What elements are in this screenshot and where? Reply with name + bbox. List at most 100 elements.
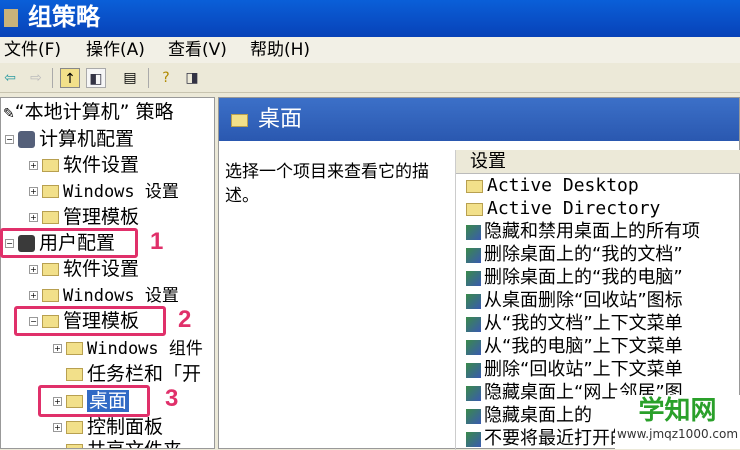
item-label: Active Desktop (487, 175, 639, 196)
tree-control-panel[interactable]: + 控制面板 (53, 415, 163, 439)
folder-icon (66, 444, 83, 448)
folder-icon (66, 421, 83, 434)
annotation-box-2 (14, 306, 166, 336)
list-item[interactable]: 从“我的文档”上下文菜单 (456, 312, 740, 335)
folder-icon (42, 159, 59, 172)
tree-uc-windows[interactable]: + Windows 设置 (29, 283, 179, 307)
expand-icon[interactable]: + (53, 423, 62, 432)
expand-icon[interactable]: + (29, 187, 38, 196)
tree-label: 控制面板 (87, 416, 164, 438)
annotation-number: 3 (165, 385, 179, 412)
watermark-title: 学知网 (638, 396, 717, 426)
folder-icon (231, 113, 248, 127)
forward-icon[interactable]: ⇨ (26, 68, 46, 88)
watermark: 学知网 www.jmqz1000.com (615, 395, 740, 449)
details-title: 桌面 (258, 107, 303, 132)
tree-computer-config[interactable]: − 计算机配置 (5, 127, 134, 151)
tree-label: 软件设置 (63, 154, 140, 176)
tree-label: 任务栏和「开 (87, 363, 202, 385)
back-icon[interactable]: ⇦ (0, 68, 20, 88)
menu-help[interactable]: 帮助(H) (250, 37, 310, 63)
tree-root[interactable]: ✎“本地计算机” 策略 (3, 100, 173, 124)
tree-label: Windows 设置 (63, 286, 179, 306)
up-folder-icon[interactable]: ↑ (60, 68, 80, 88)
item-label: Active Directory (487, 198, 661, 219)
tree-windows-components[interactable]: + Windows 组件 (53, 336, 203, 360)
menu-file[interactable]: 文件(F) (4, 37, 61, 63)
policy-setting-icon (466, 224, 481, 240)
tree-label: 管理模板 (63, 206, 140, 228)
app-icon (4, 9, 18, 27)
annotation-box-1 (0, 228, 138, 258)
folder-icon (42, 289, 59, 302)
list-item[interactable]: Active Directory (456, 197, 740, 220)
tree-label: 软件设置 (63, 258, 140, 280)
folder-icon (42, 211, 59, 224)
expand-icon[interactable]: + (53, 344, 62, 353)
policy-setting-icon (466, 247, 481, 263)
policy-setting-icon (466, 339, 481, 355)
item-label: 删除桌面上的“我的文档” (484, 244, 683, 265)
folder-icon (466, 202, 483, 216)
folder-icon (42, 185, 59, 198)
show-hide-tree-icon[interactable]: ◧ (86, 68, 106, 88)
item-label: 从“我的文档”上下文菜单 (484, 313, 683, 334)
menu-bar: 文件(F) 操作(A) 查看(V) 帮助(H) (0, 37, 740, 63)
tree-label: Windows 组件 (87, 339, 203, 359)
toolbar-separator (52, 68, 53, 88)
window-title: 组策略 (28, 3, 100, 31)
policy-setting-icon (466, 385, 481, 401)
folder-icon (466, 179, 483, 193)
list-item[interactable]: 隐藏和禁用桌面上的所有项 (456, 220, 740, 243)
tree-label: “本地计算机” 策略 (14, 101, 174, 123)
list-item[interactable]: 从“我的电脑”上下文菜单 (456, 335, 740, 358)
description-text: 选择一个项目来查看它的描述。 (225, 162, 429, 206)
tree-cc-admin[interactable]: + 管理模板 (29, 205, 139, 229)
watermark-url: www.jmqz1000.com (616, 427, 739, 441)
show-hide-action-pane-icon[interactable]: ◨ (182, 68, 202, 88)
policy-setting-icon (466, 431, 481, 447)
menu-action[interactable]: 操作(A) (86, 37, 145, 63)
expand-icon[interactable]: + (29, 291, 38, 300)
item-label: 隐藏桌面上的 (484, 405, 592, 426)
expand-icon[interactable]: + (29, 213, 38, 222)
column-header-setting[interactable]: 设置 (456, 150, 740, 174)
menu-view[interactable]: 查看(V) (168, 37, 227, 63)
tree-label: 共享文件夹 (87, 439, 182, 448)
policy-setting-icon (466, 293, 481, 309)
toolbar: ⇦ ⇨ ↑ ◧ ▤ ? ◨ (0, 63, 740, 93)
item-label: 删除“回收站”上下文菜单 (484, 359, 683, 380)
tree-label: Windows 设置 (63, 182, 179, 202)
policy-setting-icon (466, 316, 481, 332)
expand-icon[interactable]: + (29, 265, 38, 274)
policy-setting-icon (466, 270, 481, 286)
policy-setting-icon (466, 408, 481, 424)
annotation-number: 2 (178, 306, 192, 333)
help-icon[interactable]: ? (156, 68, 176, 88)
list-item[interactable]: 删除桌面上的“我的文档” (456, 243, 740, 266)
folder-icon (66, 368, 83, 381)
tree-cc-windows[interactable]: + Windows 设置 (29, 179, 179, 203)
title-bar: 组策略 (0, 0, 740, 37)
item-label: 从桌面删除“回收站”图标 (484, 290, 683, 311)
annotation-number: 1 (150, 228, 164, 255)
annotation-box-3 (38, 385, 150, 417)
list-item[interactable]: Active Desktop (456, 174, 740, 197)
expand-icon[interactable]: + (29, 161, 38, 170)
details-header: 桌面 (219, 98, 739, 141)
policy-setting-icon (466, 362, 481, 378)
tree-cc-software[interactable]: + 软件设置 (29, 153, 139, 177)
collapse-icon[interactable]: − (5, 135, 14, 144)
list-item[interactable]: 从桌面删除“回收站”图标 (456, 289, 740, 312)
list-item[interactable]: 删除“回收站”上下文菜单 (456, 358, 740, 381)
computer-icon (18, 131, 35, 148)
folder-icon (42, 263, 59, 276)
item-label: 从“我的电脑”上下文菜单 (484, 336, 683, 357)
toolbar-separator (148, 68, 149, 88)
folder-icon (66, 342, 83, 355)
tree-shared-folders[interactable]: 共享文件夹 (66, 438, 182, 448)
list-item[interactable]: 删除桌面上的“我的电脑” (456, 266, 740, 289)
tree-taskbar[interactable]: 任务栏和「开 (66, 362, 201, 386)
export-list-icon[interactable]: ▤ (120, 68, 140, 88)
tree-uc-software[interactable]: + 软件设置 (29, 257, 139, 281)
